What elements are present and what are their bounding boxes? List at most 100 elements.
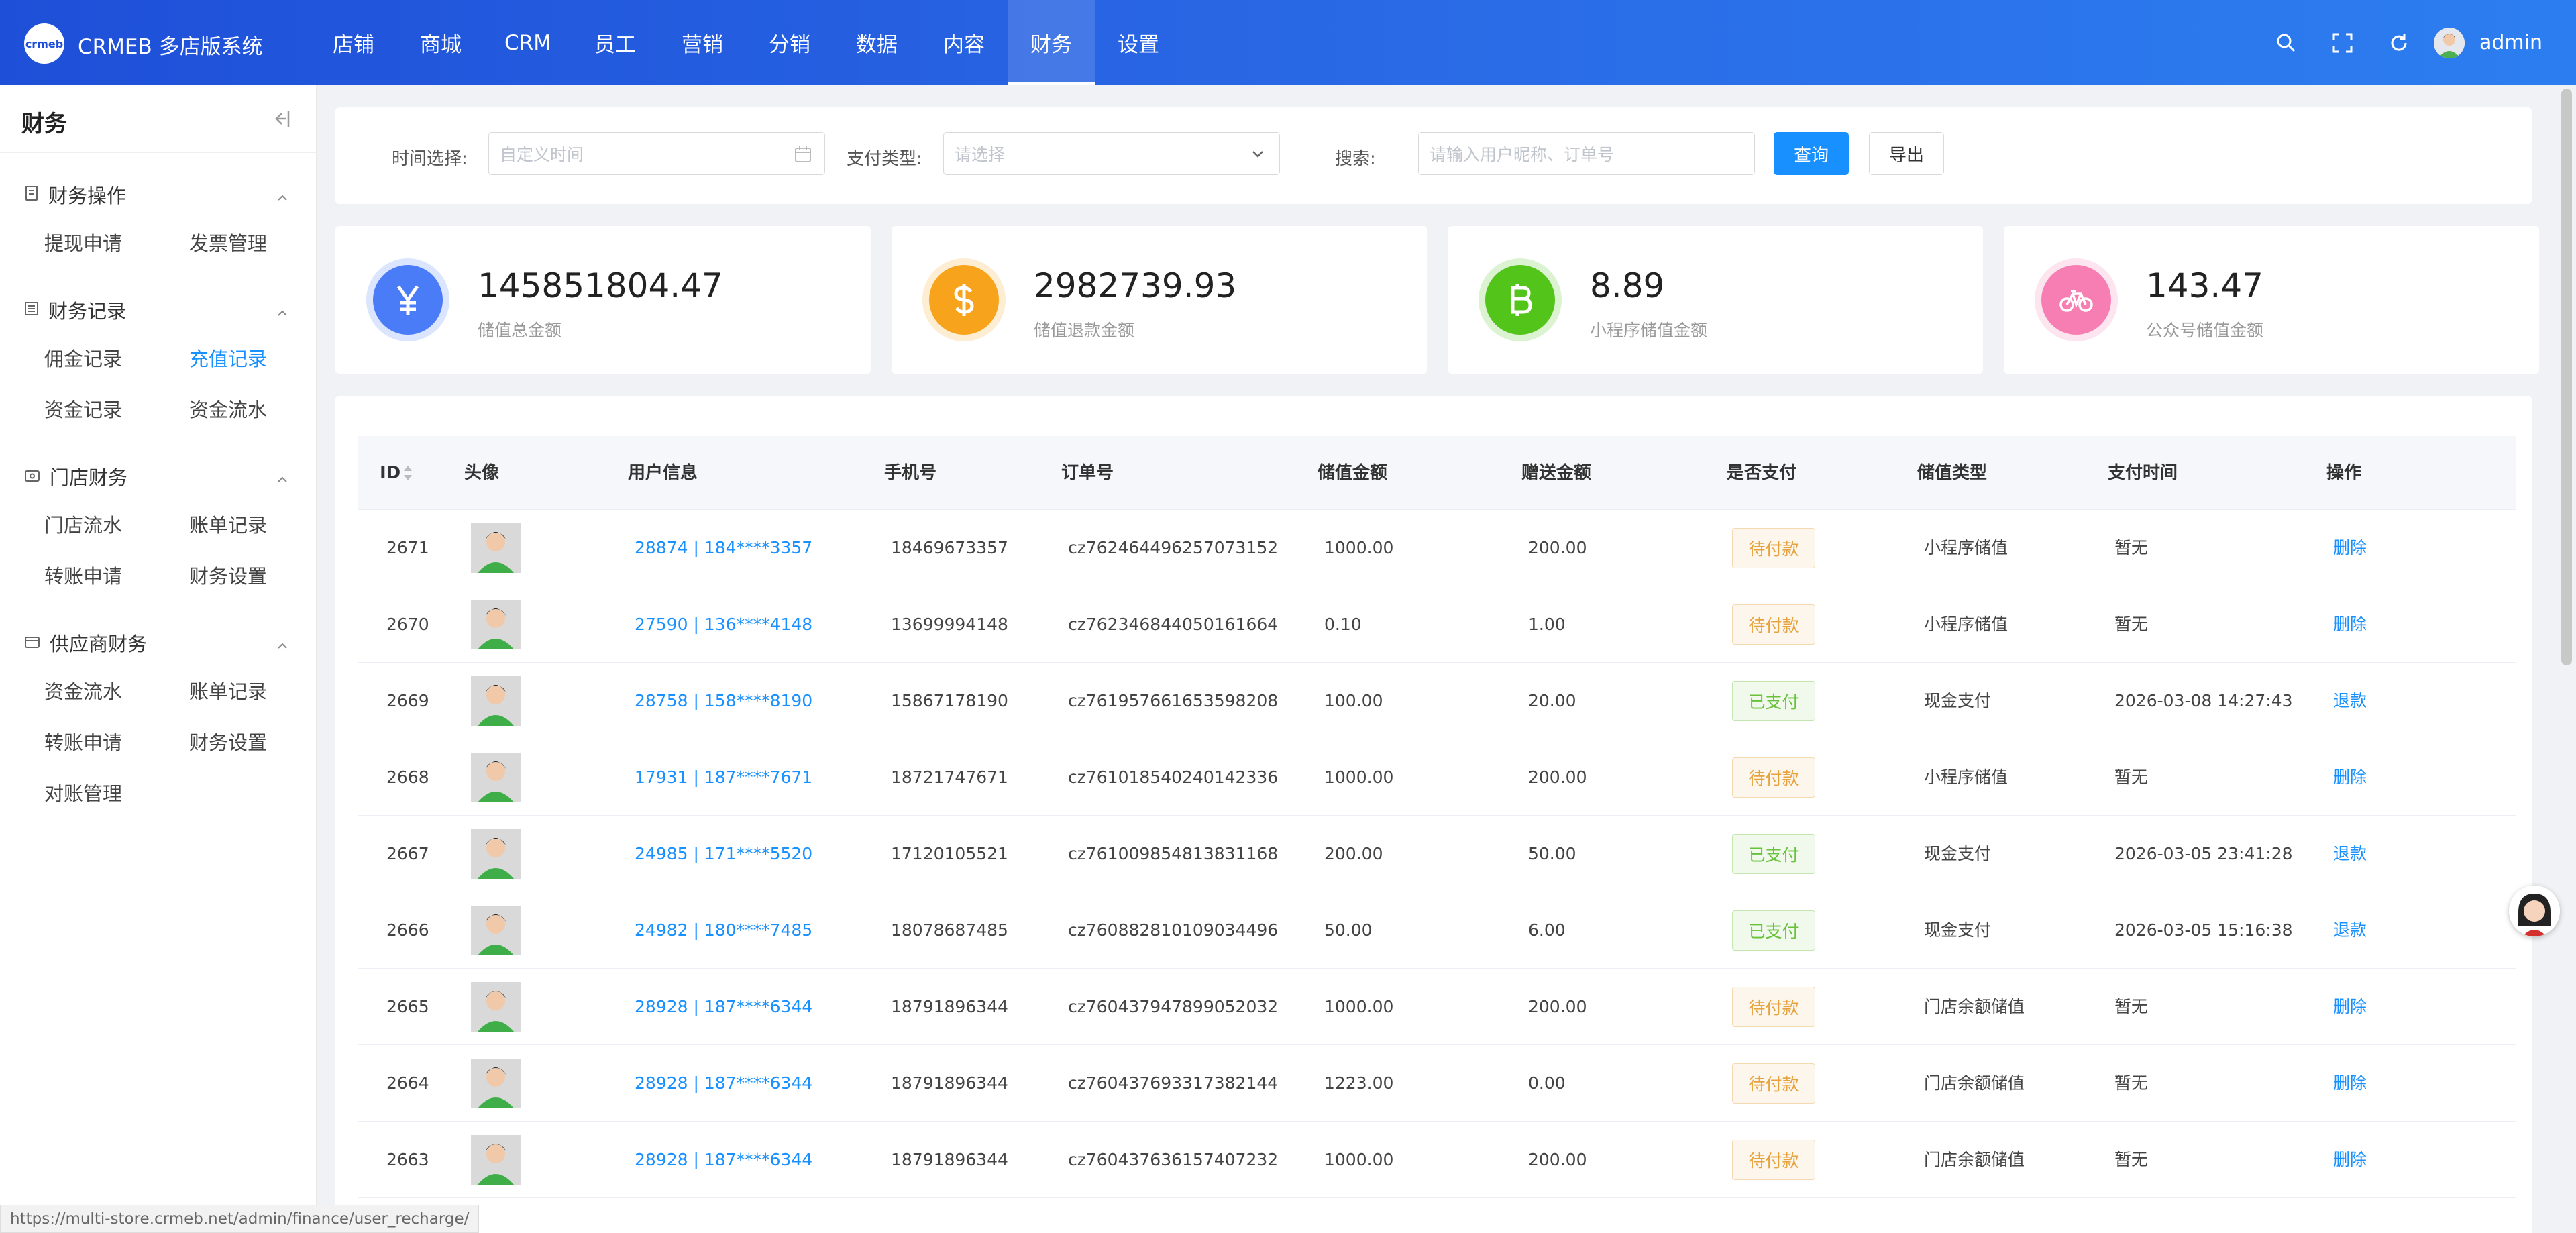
col-user-cell[interactable]: 27590 | 136****4148 (635, 586, 812, 663)
col-action-cell[interactable]: 删除 (2333, 1122, 2367, 1198)
logo[interactable]: crmeb (24, 23, 64, 64)
user-avatar[interactable] (2434, 27, 2465, 58)
sidebar-item[interactable]: 转账申请 (44, 551, 189, 602)
sidebar-item[interactable]: 资金流水 (44, 666, 189, 717)
nav-item-1[interactable]: 商城 (397, 0, 484, 85)
nav-item-7[interactable]: 内容 (920, 0, 1008, 85)
date-range-input[interactable]: 自定义时间 (488, 132, 825, 175)
sort-icon[interactable] (402, 464, 413, 484)
col-action-cell[interactable]: 删除 (2333, 510, 2367, 586)
query-button[interactable]: 查询 (1774, 132, 1849, 175)
sidebar-item[interactable]: 资金流水 (189, 384, 334, 435)
sidebar-item[interactable]: 账单记录 (189, 500, 334, 551)
admin-username[interactable]: admin (2479, 31, 2542, 54)
col-user-cell[interactable]: 28758 | 158****8190 (635, 663, 812, 739)
nav-item-9[interactable]: 设置 (1095, 0, 1182, 85)
col-action-cell[interactable]: 删除 (2333, 739, 2367, 816)
col-id-cell: 2669 (386, 691, 429, 710)
sidebar-item[interactable]: 资金记录 (44, 384, 189, 435)
col-action-cell[interactable]: 删除 (2333, 1045, 2367, 1122)
sidebar-item[interactable]: 佣金记录 (44, 333, 189, 384)
col-type-cell: 门店余额储值 (1924, 1150, 2025, 1169)
col-type-cell: 现金支付 (1924, 920, 1992, 940)
col-user-cell[interactable]: 24982 | 180****7485 (635, 892, 812, 969)
col-amount-cell: 1223.00 (1324, 1073, 1394, 1093)
user-avatar-thumb[interactable] (471, 906, 521, 955)
sidebar-item[interactable]: 转账申请 (44, 717, 189, 768)
nav-item-0[interactable]: 店铺 (310, 0, 397, 85)
sidebar-group-2: 门店财务 门店流水 账单记录 转账申请 财务设置 (0, 453, 317, 602)
stat-value: 2982739.93 (1034, 266, 1237, 305)
sidebar-group-header[interactable]: 财务操作 (0, 171, 317, 218)
user-avatar-thumb[interactable] (471, 829, 521, 879)
col-id-header[interactable]: ID (380, 436, 400, 510)
fullscreen-icon[interactable] (2314, 0, 2371, 85)
col-user-cell[interactable]: 28928 | 187****6344 (635, 1045, 812, 1122)
sidebar-group-header[interactable]: 供应商财务 (0, 619, 317, 666)
sidebar-item[interactable]: 对账管理 (44, 768, 189, 819)
nav-item-5[interactable]: 分销 (746, 0, 833, 85)
nav-item-4[interactable]: 营销 (659, 0, 746, 85)
col-user-cell[interactable]: 28928 | 187****6344 (635, 1122, 812, 1198)
sidebar-group-header[interactable]: 财务记录 (0, 286, 317, 333)
col-user-cell[interactable]: 24985 | 171****5520 (635, 816, 812, 892)
user-avatar-thumb[interactable] (471, 1059, 521, 1108)
nav-item-8[interactable]: 财务 (1008, 0, 1095, 85)
col-user-cell[interactable]: 28874 | 184****3357 (635, 510, 812, 586)
col-action-cell[interactable]: 退款 (2333, 663, 2367, 739)
col-gift-cell: 200.00 (1528, 767, 1587, 787)
col-id-cell: 2668 (386, 767, 429, 787)
table-row: 2667 24985 | 171****5520 17120105521 cz7610… (358, 816, 2516, 892)
col-type-header: 储值类型 (1917, 463, 1988, 483)
user-avatar-thumb[interactable] (471, 523, 521, 573)
bitcoin-icon (1485, 265, 1555, 335)
sidebar-item[interactable]: 充值记录 (189, 333, 334, 384)
stat-value: 145851804.47 (478, 266, 723, 305)
export-button[interactable]: 导出 (1869, 132, 1944, 175)
pay-type-select[interactable]: 请选择 (943, 132, 1280, 175)
nav-item-6[interactable]: 数据 (833, 0, 920, 85)
nav-item-2[interactable]: CRM (484, 0, 572, 85)
col-id-cell: 2665 (386, 997, 429, 1016)
sidebar-item[interactable]: 发票管理 (189, 218, 334, 269)
sidebar-item[interactable]: 财务设置 (189, 717, 334, 768)
search-input[interactable]: 请输入用户昵称、订单号 (1418, 132, 1755, 175)
sidebar-group-items: 佣金记录 充值记录 资金记录 资金流水 (0, 333, 317, 435)
col-action-cell[interactable]: 删除 (2333, 969, 2367, 1045)
sidebar-item[interactable]: 提现申请 (44, 218, 189, 269)
stat-card-3: 143.47 公众号储值金额 (2004, 226, 2539, 374)
page-scrollbar[interactable] (2561, 89, 2572, 665)
nav-item-3[interactable]: 员工 (572, 0, 659, 85)
user-avatar-thumb[interactable] (471, 600, 521, 649)
sidebar-item[interactable]: 账单记录 (189, 666, 334, 717)
col-user-cell[interactable]: 17931 | 187****7671 (635, 739, 812, 816)
user-avatar-thumb[interactable] (471, 753, 521, 802)
collapse-sidebar-icon[interactable] (270, 109, 290, 131)
col-action-cell[interactable]: 退款 (2333, 816, 2367, 892)
col-avatar-header: 头像 (464, 463, 500, 483)
sidebar-item[interactable]: 门店流水 (44, 500, 189, 551)
col-order-cell: cz761009854813831168 (1068, 844, 1279, 863)
sidebar-group-3: 供应商财务 资金流水 账单记录 转账申请 财务设置 对账管理 (0, 619, 317, 819)
sidebar-item[interactable]: 财务设置 (189, 551, 334, 602)
stat-value: 8.89 (1590, 266, 1665, 305)
col-amount-cell: 1000.00 (1324, 1150, 1394, 1169)
col-user-cell[interactable]: 28928 | 187****6344 (635, 969, 812, 1045)
sidebar-group-header[interactable]: 门店财务 (0, 453, 317, 500)
chevron-up-icon[interactable] (275, 635, 290, 658)
col-amount-cell: 1000.00 (1324, 997, 1394, 1016)
col-gift-cell: 0.00 (1528, 1073, 1566, 1093)
user-avatar-thumb[interactable] (471, 982, 521, 1032)
chevron-up-icon[interactable] (275, 187, 290, 210)
user-avatar-thumb[interactable] (471, 676, 521, 726)
chevron-up-icon[interactable] (275, 469, 290, 492)
stat-label: 储值总金额 (478, 321, 562, 340)
search-icon[interactable] (2258, 0, 2314, 85)
col-phone-cell: 18078687485 (891, 920, 1008, 940)
refresh-icon[interactable] (2371, 0, 2427, 85)
chevron-up-icon[interactable] (275, 303, 290, 325)
customer-service-avatar[interactable] (2509, 886, 2560, 936)
user-avatar-thumb[interactable] (471, 1135, 521, 1185)
col-action-cell[interactable]: 退款 (2333, 892, 2367, 969)
col-action-cell[interactable]: 删除 (2333, 586, 2367, 663)
